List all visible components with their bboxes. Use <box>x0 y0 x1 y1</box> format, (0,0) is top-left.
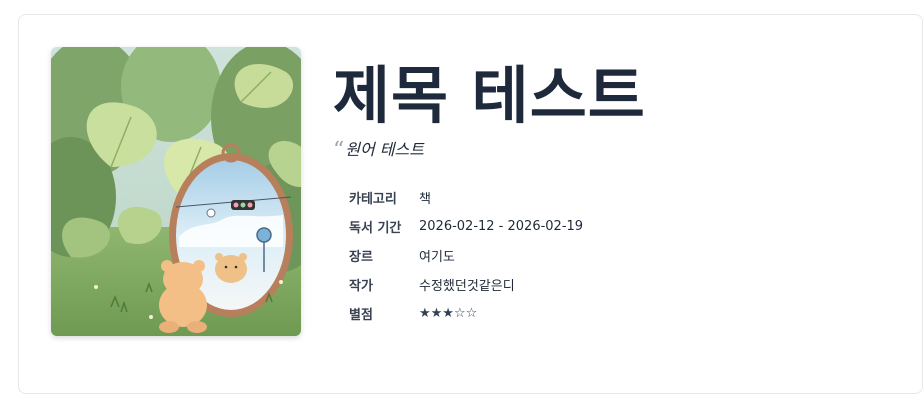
detail-value: 책 <box>419 192 431 207</box>
detail-label: 작가 <box>349 279 373 294</box>
detail-label: 별점 <box>349 308 373 323</box>
book-title: 제목 테스트 <box>333 59 646 132</box>
detail-row-category: 카테고리 책 <box>349 183 583 212</box>
detail-value: 여기도 <box>419 250 455 265</box>
detail-row-genre: 장르 여기도 <box>349 241 583 270</box>
detail-label: 카테고리 <box>349 192 397 207</box>
detail-label: 장르 <box>349 250 373 265</box>
detail-row-reading-period: 독서 기간 2026-02-12 - 2026-02-19 <box>349 212 583 241</box>
book-details: 카테고리 책 독서 기간 2026-02-12 - 2026-02-19 장르 … <box>349 183 583 328</box>
book-cover-image <box>51 47 301 336</box>
detail-label: 독서 기간 <box>349 221 402 236</box>
star-rating: ★★★☆☆ <box>419 306 478 321</box>
cover-illustration <box>51 47 301 336</box>
open-quote-icon: “ <box>333 138 345 163</box>
original-title: “ 원어 테스트 <box>333 136 424 163</box>
detail-value: 수정했던것같은디 <box>419 279 515 294</box>
detail-row-rating: 별점 ★★★☆☆ <box>349 299 583 328</box>
original-title-text: 원어 테스트 <box>345 140 424 159</box>
detail-value: 2026-02-12 - 2026-02-19 <box>419 219 584 234</box>
detail-row-author: 작가 수정했던것같은디 <box>349 270 583 299</box>
